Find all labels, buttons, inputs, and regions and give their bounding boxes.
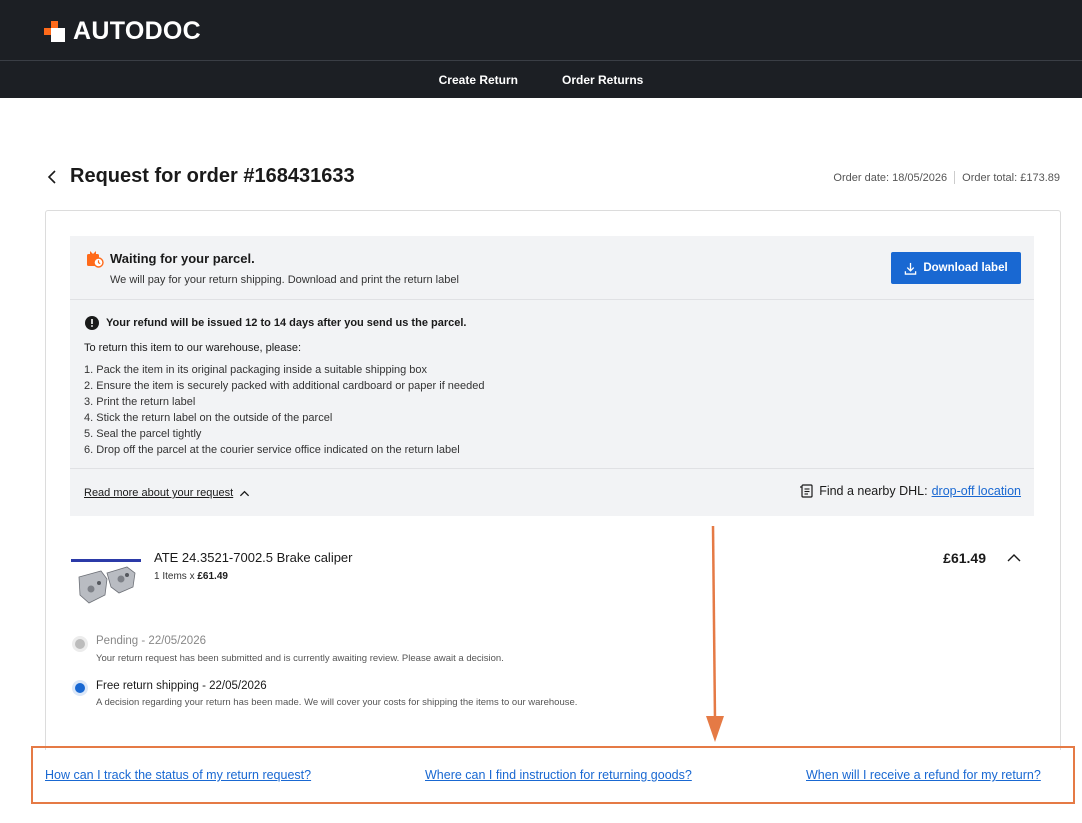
instructions-section: Your refund will be issued 12 to 14 days… [70, 301, 1034, 469]
page-title: Request for order #168431633 [70, 165, 355, 187]
logo-text: AUTODOC [73, 17, 202, 45]
panel-footer: Read more about your request Find a near… [70, 470, 1034, 516]
faq-link-track-status[interactable]: How can I track the status of my return … [45, 768, 311, 782]
instruction-steps: 1. Pack the item in its original packagi… [84, 362, 485, 458]
product-price: £61.49 [943, 550, 986, 566]
instruction-step: 6. Drop off the parcel at the courier se… [84, 444, 460, 456]
brake-caliper-image[interactable] [71, 559, 141, 609]
download-label-text: Download label [923, 262, 1008, 274]
instruction-step: 2. Ensure the item is securely packed wi… [84, 380, 485, 392]
timeline-desc-shipping: A decision regarding your return has bee… [96, 697, 578, 708]
status-title: Waiting for your parcel. [110, 251, 255, 266]
nav-order-returns[interactable]: Order Returns [562, 73, 643, 87]
dhl-dropoff-link[interactable]: drop-off location [932, 484, 1021, 498]
qty-price: £61.49 [197, 571, 228, 582]
autodoc-logo[interactable]: AUTODOC [44, 17, 201, 46]
instruction-step: 4. Stick the return label on the outside… [84, 412, 333, 424]
instruction-step: 5. Seal the parcel tightly [84, 428, 202, 440]
timeline-title-shipping: Free return shipping - 22/05/2026 [96, 680, 267, 692]
timeline-dot-active [75, 683, 85, 693]
instruction-step: 1. Pack the item in its original packagi… [84, 364, 428, 376]
order-meta: Order date: 18/05/2026 Order total: £173… [833, 171, 1060, 184]
top-header: AUTODOC [0, 0, 1082, 60]
read-more-text: Read more about your request [84, 487, 234, 499]
product-quantity: 1 Items x £61.49 [154, 571, 228, 582]
download-icon [905, 262, 917, 275]
annotation-arrow [706, 525, 724, 742]
exclamation-icon [85, 316, 99, 330]
chevron-up-icon[interactable] [1006, 551, 1022, 565]
chevron-up-icon [240, 490, 250, 496]
order-date: Order date: 18/05/2026 [833, 171, 948, 184]
read-more-link[interactable]: Read more about your request [84, 487, 250, 499]
receipt-icon [800, 484, 813, 498]
refund-note: Your refund will be issued 12 to 14 days… [106, 317, 467, 329]
qty-text: 1 Items x [154, 571, 198, 582]
return-info-panel: Waiting for your parcel. We will pay for… [70, 236, 1034, 516]
nav-bar: Create Return Order Returns [0, 60, 1082, 98]
faq-link-return-instructions[interactable]: Where can I find instruction for returni… [425, 768, 692, 782]
timeline-title-pending: Pending - 22/05/2026 [96, 635, 206, 647]
logo-cross-icon [44, 21, 65, 42]
faq-link-refund-timing[interactable]: When will I receive a refund for my retu… [806, 768, 1041, 782]
dhl-dropoff: Find a nearby DHL: drop-off location [799, 483, 1021, 499]
timeline-dot-pending [75, 639, 85, 649]
parcel-clock-icon [87, 251, 104, 268]
dhl-text: Find a nearby DHL: [819, 484, 928, 498]
status-subtitle: We will pay for your return shipping. Do… [110, 274, 459, 286]
back-chevron-icon[interactable] [44, 168, 62, 186]
instruction-step: 3. Print the return label [84, 396, 196, 408]
product-name[interactable]: ATE 24.3521-7002.5 Brake caliper [154, 550, 353, 565]
status-section: Waiting for your parcel. We will pay for… [70, 236, 1034, 300]
download-label-button[interactable]: Download label [891, 252, 1021, 284]
timeline-desc-pending: Your return request has been submitted a… [96, 653, 504, 664]
order-total: Order total: £173.89 [962, 171, 1060, 184]
nav-create-return[interactable]: Create Return [439, 73, 518, 87]
instructions-title: To return this item to our warehouse, pl… [84, 342, 302, 354]
